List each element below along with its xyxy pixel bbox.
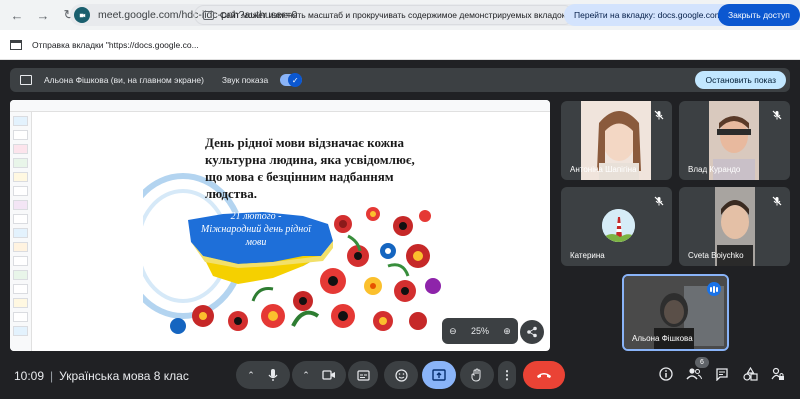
participant-tile[interactable]: Антоніна Шапігіна [561, 101, 672, 180]
back-arrow-icon[interactable]: ← [8, 6, 26, 24]
participant-name: Влад Курандо [688, 165, 741, 174]
meeting-details-icon[interactable] [658, 366, 674, 382]
slide-thumbnail [13, 130, 28, 140]
audio-toggle[interactable]: ✓ [280, 73, 303, 87]
presenting-bar: Альона Фішкова (ви, на главном экране) З… [10, 68, 790, 92]
slide-thumbnail [13, 242, 28, 252]
emoji-icon [394, 368, 408, 382]
people-icon[interactable] [686, 366, 702, 382]
slide-thumbnail [13, 270, 28, 280]
avatar [602, 209, 635, 242]
raise-hand-button[interactable] [460, 361, 494, 389]
check-icon: ✓ [288, 73, 303, 87]
slide-thumbnails [10, 112, 32, 351]
stop-presenting-button[interactable]: Остановить показ [695, 71, 786, 89]
meeting-title: Українська мова 8 клас [59, 369, 189, 383]
slide-thumbnail [13, 200, 28, 210]
captions-icon [356, 369, 370, 381]
self-tile[interactable]: Альона Фішкова [622, 274, 729, 351]
presenter-label: Альона Фішкова (ви, на главном экране) [44, 75, 204, 85]
meet-site-icon [74, 7, 90, 23]
leave-call-button[interactable] [523, 361, 565, 389]
slide-thumbnail [13, 172, 28, 182]
slide-thumbnail [13, 298, 28, 308]
participant-name: Антоніна Шапігіна [570, 165, 637, 174]
chevron-up-icon[interactable]: ⌃ [247, 370, 255, 381]
microphone-control: ⌃ [236, 361, 290, 389]
shapes-icon [742, 367, 758, 381]
chat-bubble-icon [716, 368, 728, 381]
host-controls-icon[interactable] [770, 366, 786, 382]
sharing-notice-text: Сайт может изменять масштаб и прокручива… [220, 10, 566, 20]
slide-thumbnail [13, 144, 28, 154]
more-options-button[interactable]: ⋮ [498, 361, 516, 389]
captions-button[interactable] [348, 361, 378, 389]
self-name: Альона Фішкова [632, 334, 693, 343]
slide-thumbnail [13, 158, 28, 168]
speaking-indicator-icon [707, 282, 721, 296]
info-icon [659, 367, 673, 381]
sharing-message: Отправка вкладки "https://docs.google.co… [32, 39, 199, 50]
slide-thumbnail [13, 116, 28, 126]
present-screen-icon [20, 75, 32, 85]
slide-quote: День рідної мови відзначає кожна культур… [205, 135, 415, 201]
slide-date: 21 лютого - [230, 211, 282, 222]
mic-off-icon [654, 110, 664, 120]
present-now-button[interactable] [422, 361, 456, 389]
current-slide: День рідної мови відзначає кожна культур… [143, 116, 441, 340]
mic-off-icon [654, 196, 664, 206]
slide-thumbnail [13, 326, 28, 336]
camera-icon[interactable] [322, 370, 336, 380]
slide-caption: Міжнародний день рідної мови [201, 224, 311, 248]
separator: | [50, 369, 54, 383]
participant-name: Cveta Boiychko [688, 251, 744, 260]
zoom-level: 25% [470, 326, 489, 336]
zoom-in-icon[interactable]: ⊕ [503, 326, 511, 337]
camera-control: ⌃ [292, 361, 346, 389]
hand-icon [471, 368, 481, 382]
slide-thumbnail [13, 284, 28, 294]
audio-label: Звук показа [221, 75, 269, 85]
participant-tile[interactable]: Катерина [561, 187, 672, 266]
display-icon [203, 10, 214, 20]
participant-name: Катерина [570, 251, 605, 260]
activities-icon[interactable] [742, 366, 758, 382]
slides-toolbar [10, 100, 550, 112]
end-call-icon [537, 373, 551, 378]
chat-icon[interactable] [714, 366, 730, 382]
tab-share-icon [10, 39, 22, 50]
lock-person-icon [771, 367, 784, 380]
present-screen-icon [432, 369, 446, 381]
mic-off-icon [772, 110, 782, 120]
microphone-icon[interactable] [267, 368, 279, 382]
slide-map-caption: 21 лютого - Міжнародний день рідної мови [191, 210, 321, 249]
slide-thumbnail [13, 214, 28, 224]
mic-off-icon [772, 196, 782, 206]
reactions-button[interactable] [384, 361, 418, 389]
avatar-image [602, 209, 635, 242]
participant-count-badge: 6 [695, 357, 709, 368]
forward-arrow-icon[interactable]: → [34, 6, 52, 24]
goto-tab-button[interactable]: Перейти на вкладку: docs.google.com [564, 4, 732, 26]
share-icon [527, 326, 537, 338]
slide-thumbnail [13, 228, 28, 238]
zoom-control: ⊖ 25% ⊕ [442, 318, 518, 344]
share-options-button[interactable] [520, 320, 544, 344]
slide-thumbnail [13, 312, 28, 322]
slide-thumbnail [13, 256, 28, 266]
participant-tile[interactable]: Cveta Boiychko [679, 187, 790, 266]
slide-thumbnail [13, 186, 28, 196]
meeting-info: 10:09 | Українська мова 8 клас [14, 369, 189, 383]
chevron-up-icon[interactable]: ⌃ [302, 370, 310, 381]
people-glyph-icon [686, 368, 702, 380]
more-vert-icon: ⋮ [501, 368, 513, 382]
sharing-notice: Сайт может изменять масштаб и прокручива… [194, 5, 575, 25]
zoom-out-icon[interactable]: ⊖ [449, 326, 457, 337]
meeting-time: 10:09 [14, 369, 45, 383]
stop-sharing-button[interactable]: Закрыть доступ [718, 4, 800, 26]
shared-screen[interactable]: День рідної мови відзначає кожна культур… [10, 100, 550, 351]
tab-sharing-bar: Отправка вкладки "https://docs.google.co… [0, 30, 800, 60]
participant-tile[interactable]: Влад Курандо [679, 101, 790, 180]
